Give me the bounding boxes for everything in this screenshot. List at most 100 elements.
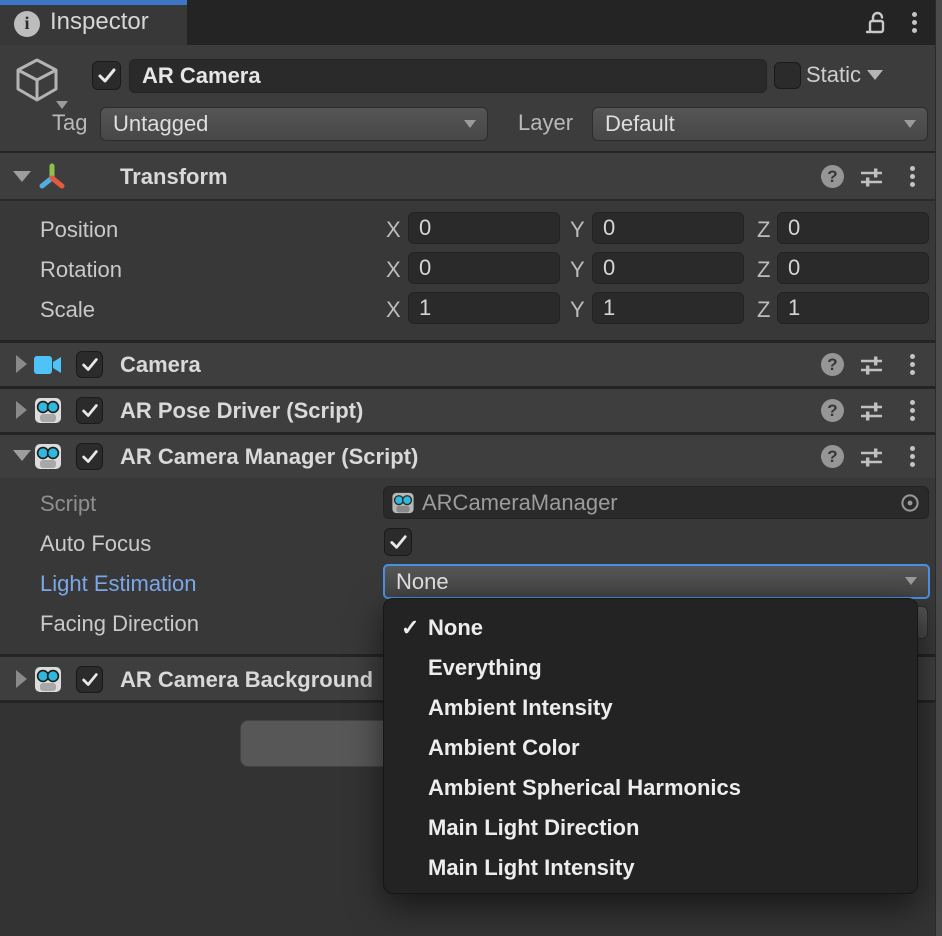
vertical-scrollbar[interactable] bbox=[935, 0, 942, 936]
transform-title: Transform bbox=[120, 164, 228, 190]
help-icon[interactable]: ? bbox=[821, 353, 844, 376]
component-menu-kebab-icon[interactable] bbox=[902, 349, 922, 379]
presets-icon[interactable] bbox=[859, 353, 884, 378]
ar-script-icon bbox=[34, 443, 62, 470]
position-z-field[interactable]: 0 bbox=[777, 212, 929, 244]
ar-pose-driver-enabled-checkbox[interactable] bbox=[76, 397, 103, 424]
component-menu-kebab-icon[interactable] bbox=[902, 441, 922, 471]
menu-item-main-light-direction[interactable]: Main Light Direction bbox=[384, 808, 917, 848]
tab-active-indicator bbox=[0, 0, 187, 5]
component-menu-kebab-icon[interactable] bbox=[902, 161, 922, 191]
gameobject-icon-caret[interactable] bbox=[56, 101, 68, 109]
menu-item-ambient-spherical-harmonics[interactable]: Ambient Spherical Harmonics bbox=[384, 768, 917, 808]
component-menu-kebab-icon[interactable] bbox=[902, 395, 922, 425]
layer-value: Default bbox=[605, 108, 675, 140]
tag-value: Untagged bbox=[113, 108, 208, 140]
ar-camera-background-title: AR Camera Background bbox=[120, 667, 373, 693]
gameobject-active-checkbox[interactable] bbox=[92, 61, 121, 90]
static-checkbox[interactable] bbox=[774, 62, 801, 89]
camera-component-header[interactable]: Camera ? bbox=[0, 343, 935, 386]
light-estimation-dropdown[interactable]: None bbox=[383, 564, 930, 599]
ar-camera-manager-title: AR Camera Manager (Script) bbox=[120, 444, 418, 470]
menu-item-label: None bbox=[428, 608, 483, 648]
rotation-x-field[interactable]: 0 bbox=[408, 252, 560, 284]
chevron-down-icon bbox=[464, 120, 476, 128]
ar-script-icon bbox=[34, 666, 62, 693]
position-y-field[interactable]: 0 bbox=[592, 212, 744, 244]
camera-icon bbox=[33, 354, 63, 376]
menu-item-everything[interactable]: Everything bbox=[384, 648, 917, 688]
ar-pose-driver-header[interactable]: AR Pose Driver (Script) ? bbox=[0, 389, 935, 432]
foldout-arrow-icon[interactable] bbox=[16, 355, 27, 373]
inspector-panel: Inspector AR Camera Static Tag Untagged … bbox=[0, 0, 942, 936]
camera-enabled-checkbox[interactable] bbox=[76, 351, 103, 378]
info-icon bbox=[14, 11, 40, 37]
tab-bar: Inspector bbox=[0, 0, 935, 45]
axis-x-label: X bbox=[386, 217, 401, 243]
object-picker-icon[interactable] bbox=[900, 493, 920, 513]
scale-label: Scale bbox=[40, 297, 95, 323]
presets-icon[interactable] bbox=[859, 445, 884, 470]
static-label: Static bbox=[806, 62, 861, 88]
tab-menu-kebab-icon[interactable] bbox=[904, 7, 924, 37]
script-object-field[interactable]: ARCameraManager bbox=[383, 486, 929, 519]
check-icon bbox=[80, 401, 100, 421]
transform-header[interactable]: Transform ? bbox=[0, 153, 935, 201]
transform-icon bbox=[38, 163, 66, 191]
layer-label: Layer bbox=[518, 110, 573, 136]
foldout-arrow-icon[interactable] bbox=[13, 171, 31, 182]
axis-x-label: X bbox=[386, 297, 401, 323]
help-icon[interactable]: ? bbox=[821, 399, 844, 422]
light-estimation-value: None bbox=[396, 566, 449, 597]
layer-dropdown[interactable]: Default bbox=[592, 107, 928, 141]
tag-label: Tag bbox=[52, 110, 87, 136]
chevron-down-icon bbox=[904, 120, 916, 128]
ar-camera-manager-header[interactable]: AR Camera Manager (Script) ? bbox=[0, 435, 935, 478]
scale-z-field[interactable]: 1 bbox=[777, 292, 929, 324]
chevron-down-icon bbox=[905, 577, 917, 585]
axis-z-label: Z bbox=[757, 297, 770, 323]
help-icon[interactable]: ? bbox=[821, 165, 844, 188]
light-estimation-label: Light Estimation bbox=[40, 571, 197, 597]
foldout-arrow-icon[interactable] bbox=[16, 401, 27, 419]
menu-item-ambient-intensity[interactable]: Ambient Intensity bbox=[384, 688, 917, 728]
foldout-arrow-icon[interactable] bbox=[16, 670, 27, 688]
tab-inspector[interactable]: Inspector bbox=[0, 0, 187, 45]
lock-icon[interactable] bbox=[860, 8, 890, 38]
axis-y-label: Y bbox=[570, 217, 585, 243]
menu-item-label: Main Light Direction bbox=[428, 808, 639, 848]
auto-focus-checkbox[interactable] bbox=[384, 528, 412, 556]
rotation-y-field[interactable]: 0 bbox=[592, 252, 744, 284]
facing-direction-label: Facing Direction bbox=[40, 611, 199, 637]
help-icon[interactable]: ? bbox=[821, 445, 844, 468]
tag-dropdown[interactable]: Untagged bbox=[100, 107, 488, 141]
tab-title: Inspector bbox=[50, 8, 149, 36]
scale-y-field[interactable]: 1 bbox=[592, 292, 744, 324]
ar-camera-background-enabled-checkbox[interactable] bbox=[76, 666, 103, 693]
check-icon bbox=[80, 670, 100, 690]
axis-z-label: Z bbox=[757, 217, 770, 243]
rotation-z-field[interactable]: 0 bbox=[777, 252, 929, 284]
menu-item-label: Ambient Spherical Harmonics bbox=[428, 768, 741, 808]
presets-icon[interactable] bbox=[859, 165, 884, 190]
foldout-arrow-icon[interactable] bbox=[13, 450, 31, 461]
check-icon bbox=[96, 65, 118, 87]
gameobject-name-input[interactable]: AR Camera bbox=[129, 59, 767, 93]
menu-item-none[interactable]: ✓ None bbox=[384, 608, 917, 648]
ar-camera-manager-enabled-checkbox[interactable] bbox=[76, 443, 103, 470]
static-dropdown-caret-icon[interactable] bbox=[867, 70, 883, 80]
check-icon bbox=[80, 355, 100, 375]
script-value: ARCameraManager bbox=[422, 487, 618, 518]
menu-item-label: Main Light Intensity bbox=[428, 848, 635, 888]
position-x-field[interactable]: 0 bbox=[408, 212, 560, 244]
scale-x-field[interactable]: 1 bbox=[408, 292, 560, 324]
presets-icon[interactable] bbox=[859, 399, 884, 424]
menu-item-ambient-color[interactable]: Ambient Color bbox=[384, 728, 917, 768]
gameobject-cube-icon[interactable] bbox=[12, 55, 62, 105]
ar-pose-driver-title: AR Pose Driver (Script) bbox=[120, 398, 363, 424]
camera-title: Camera bbox=[120, 352, 201, 378]
menu-item-main-light-intensity[interactable]: Main Light Intensity bbox=[384, 848, 917, 888]
menu-item-label: Everything bbox=[428, 648, 542, 688]
check-icon bbox=[388, 532, 409, 553]
axis-y-label: Y bbox=[570, 257, 585, 283]
